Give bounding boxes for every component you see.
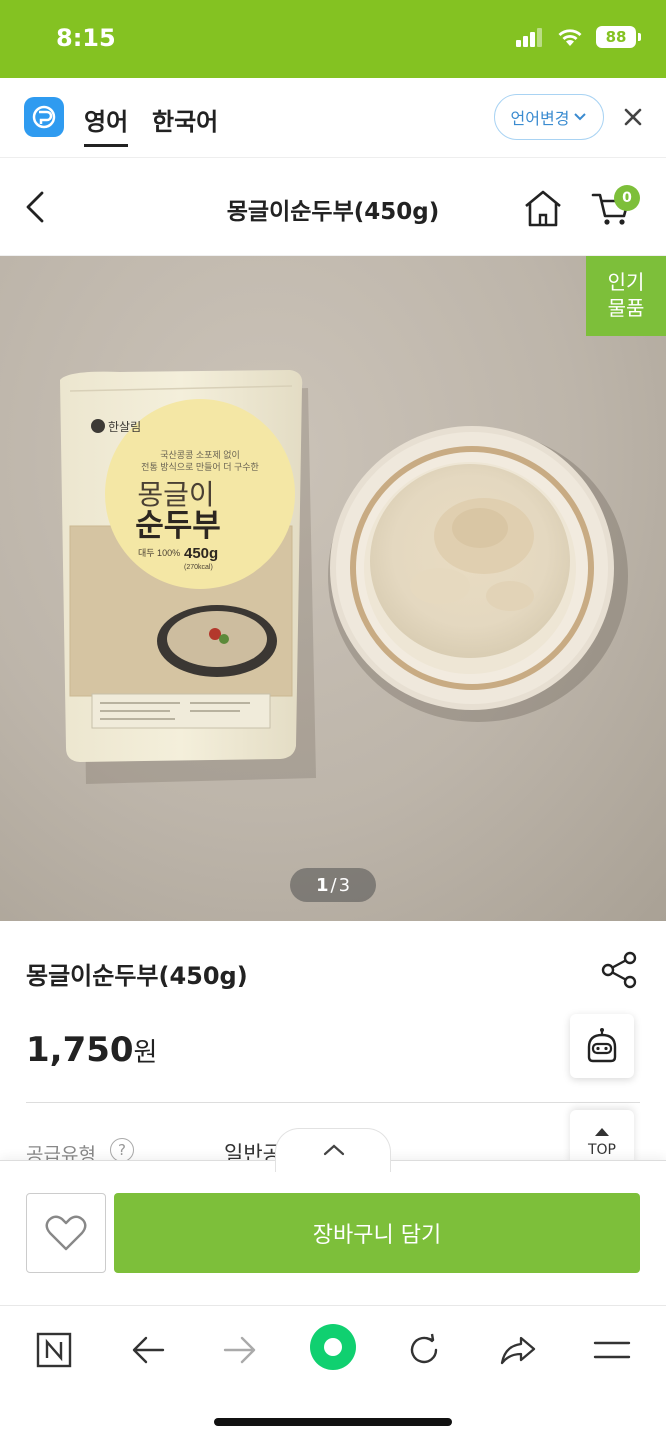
hamburger-menu-icon [593,1341,631,1359]
popular-badge-line2: 물품 [607,296,645,320]
popular-badge-line1: 인기 [607,270,645,294]
image-page-indicator: 1 / 3 [290,868,376,902]
browser-forward-button[interactable] [216,1326,264,1374]
refresh-button[interactable] [400,1326,448,1374]
page-total: 3 [338,874,351,896]
share-page-button[interactable] [494,1326,542,1374]
translate-bar: 영어 한국어 언어변경 [0,78,666,158]
product-price: 1,750원 [26,1030,157,1070]
share-icon[interactable] [600,950,638,990]
home-indicator [214,1418,452,1426]
purchase-bar: 장바구니 담기 [0,1160,666,1305]
browser-back-button[interactable] [124,1326,172,1374]
home-icon[interactable] [522,188,564,228]
status-icons: 88 [516,26,641,48]
product-photo: 한살림 국산콩콩 소포제 없이 전통 방식으로 만들어 더 구수한 몽글이 순두… [60,370,628,784]
page-header: 몽글이순두부(450g) [0,158,666,256]
green-dot-button[interactable] [306,1320,360,1374]
naver-n-icon [36,1332,72,1368]
cart-count-badge: 0 [614,185,640,211]
add-to-cart-button[interactable]: 장바구니 담기 [114,1193,640,1273]
page-separator: / [330,874,337,896]
help-icon[interactable]: ? [110,1138,134,1162]
package-weight: 450g [184,545,218,562]
tab-english[interactable]: 영어 [84,102,129,147]
share-arrow-icon [500,1336,536,1365]
arrow-left-icon [132,1336,165,1364]
change-language-label: 언어변경 [510,109,570,128]
product-name: 몽글이순두부(450g) [26,962,248,990]
wifi-icon [558,29,582,46]
naver-home-button[interactable] [30,1326,78,1374]
package-soy-note: 대두 100% [138,548,180,558]
chatbot-button[interactable] [570,1014,634,1078]
divider [26,1102,640,1103]
close-icon[interactable] [620,104,646,130]
package-kcal: (270kcal) [184,564,213,571]
status-bar: 8:15 88 [0,0,666,78]
scroll-top-button[interactable]: TOP [570,1110,634,1166]
status-time: 8:15 [56,24,116,52]
page-title: 몽글이순두부(450g) [226,199,440,225]
translate-app-logo-icon [24,97,64,137]
tab-korean[interactable]: 한국어 [152,102,218,137]
heart-icon [45,1215,87,1251]
chevron-up-icon [323,1144,345,1156]
expand-options-handle[interactable] [275,1128,391,1172]
package-brand: 한살림 [108,420,141,434]
change-language-button[interactable]: 언어변경 [494,94,604,140]
battery-icon: 88 [596,26,641,48]
chatbot-robot-icon [587,1028,617,1063]
green-dot-icon [310,1324,356,1370]
price-value: 1,750 [26,1030,134,1070]
signal-icon [516,28,542,47]
refresh-icon [410,1333,438,1364]
product-image-carousel[interactable]: 한살림 국산콩콩 소포제 없이 전통 방식으로 만들어 더 구수한 몽글이 순두… [0,256,666,921]
arrow-right-icon [223,1336,256,1364]
wishlist-button[interactable] [26,1193,106,1273]
chevron-down-icon [574,113,587,121]
package-tagline-1: 국산콩콩 소포제 없이 [160,450,240,460]
price-unit: 원 [133,1038,158,1068]
popular-item-badge: 인기 물품 [586,256,666,336]
package-name-line1: 몽글이 [137,478,214,511]
page-current: 1 [315,874,329,896]
package-tagline-2: 전통 방식으로 만들어 더 구수한 [141,462,259,472]
package-name-line2: 순두부 [135,508,221,544]
menu-button[interactable] [588,1326,636,1374]
